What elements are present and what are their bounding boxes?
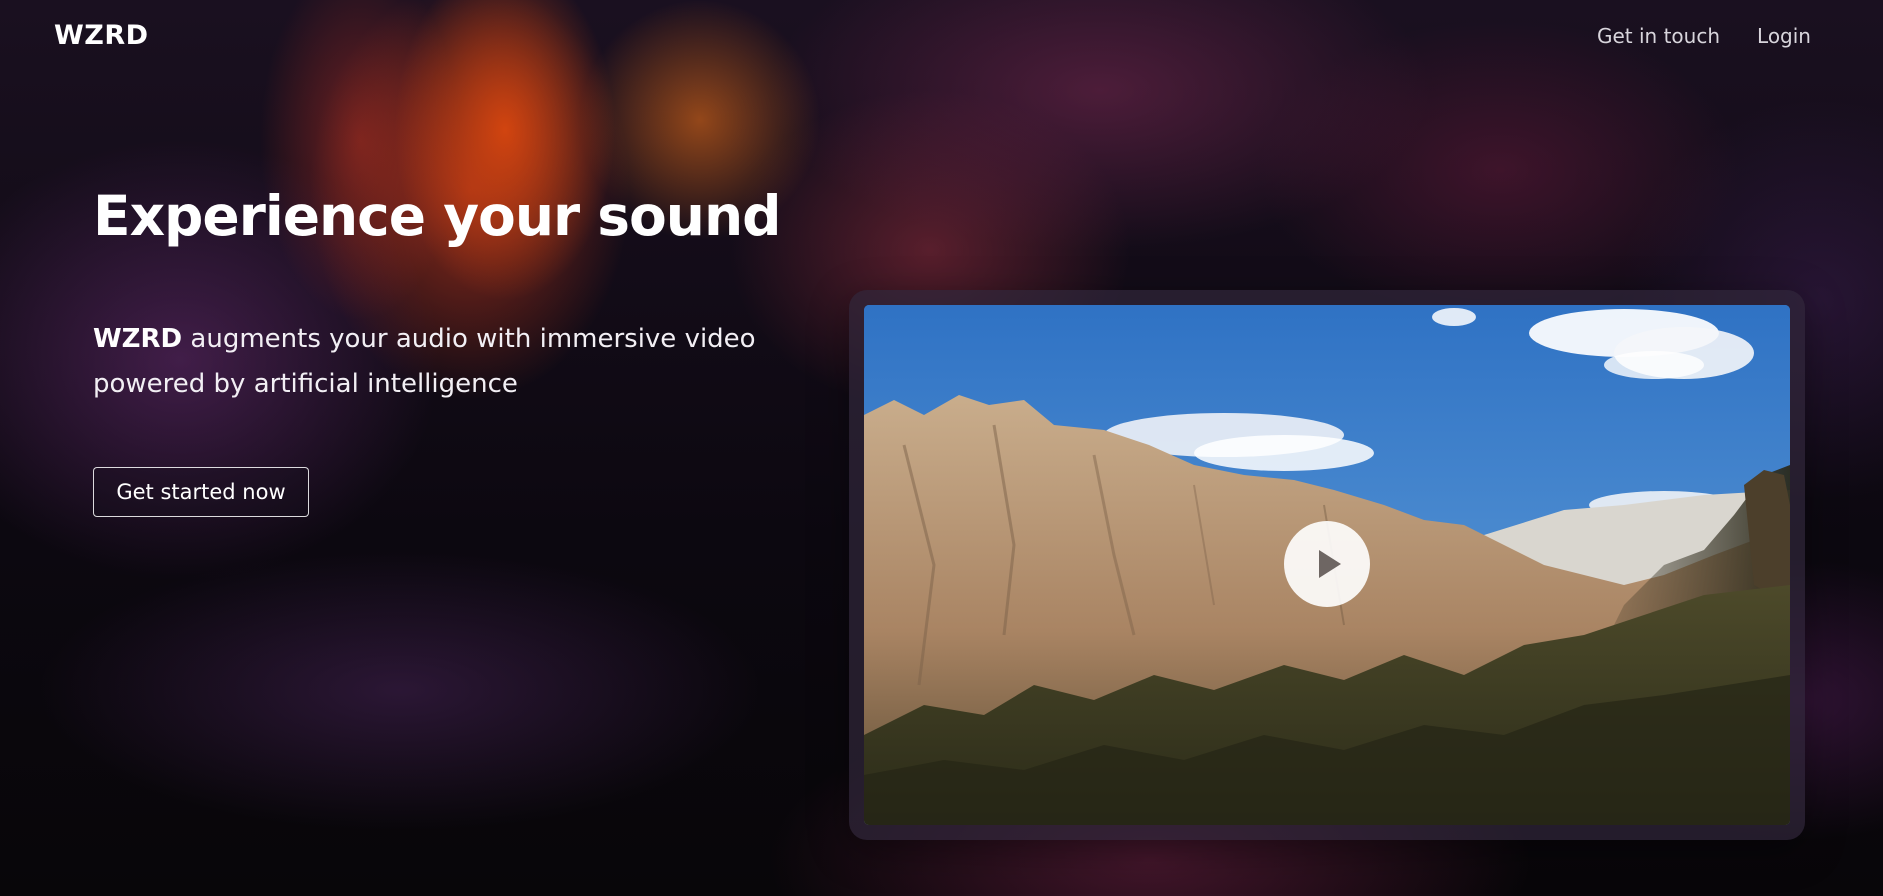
play-icon: [1319, 550, 1341, 578]
nav-login-link[interactable]: Login: [1757, 24, 1811, 48]
logo[interactable]: WZRD: [54, 20, 149, 51]
play-button[interactable]: [1284, 521, 1370, 607]
landing-page: WZRD Get in touch Login Experience your …: [0, 0, 1883, 896]
get-started-button[interactable]: Get started now: [93, 467, 309, 517]
nav-get-in-touch-link[interactable]: Get in touch: [1597, 24, 1720, 48]
hero-subtitle-text: augments your audio with immersive video…: [93, 324, 756, 399]
hero-subtitle-brand: WZRD: [93, 324, 183, 354]
hero-subtitle: WZRD augments your audio with immersive …: [93, 317, 793, 407]
top-nav: Get in touch Login: [1597, 24, 1811, 48]
hero-title: Experience your sound: [93, 184, 781, 248]
